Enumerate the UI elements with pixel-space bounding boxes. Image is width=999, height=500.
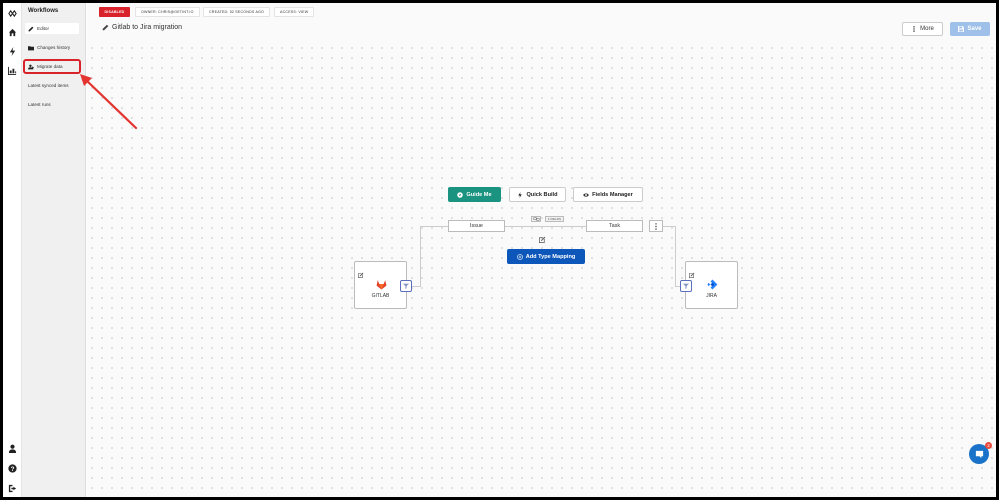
jira-filter-button[interactable] [680,280,692,292]
gitlab-logo-icon [376,277,387,290]
owner-badge: OWNER: CHRIS@GETINT.IO [135,7,200,17]
app-window: ? Workflows Editor Changes history Migra… [3,3,996,497]
fields-count-badge: 1 FIELDS [545,216,564,222]
plus-circle-icon [516,253,523,260]
workflow-title-text: Gitlab to Jira migration [112,24,183,31]
user-icon[interactable] [5,441,20,456]
save-button[interactable]: Save [950,22,990,36]
fields-manager-button[interactable]: Fields Manager [573,187,643,202]
add-type-mapping-button[interactable]: Add Type Mapping [507,249,585,264]
access-badge: ACCESS: VIEW [274,7,315,17]
add-type-mapping-label: Add Type Mapping [525,253,576,260]
filter-icon [683,283,689,289]
created-badge: CREATED: 52 SECONDS AGO [203,7,271,17]
quick-build-label: Quick Build [526,191,558,198]
floppy-icon [958,26,965,32]
eye-icon [583,192,590,197]
sidebar-item-label: Latest synced items [28,83,69,88]
jira-label: JIRA [706,293,717,299]
help-icon[interactable]: ? [5,461,20,476]
edit-mapping-icon[interactable] [539,230,546,243]
bolt-icon [518,191,523,198]
bolt-icon[interactable] [5,44,20,59]
gitlab-label: GITLAB [371,293,390,299]
user-upload-icon [28,64,34,69]
workflow-canvas[interactable]: DISABLED OWNER: CHRIS@GETINT.IO CREATED:… [87,3,996,497]
folder-icon [28,45,34,50]
kebab-icon [655,222,657,230]
guide-me-button[interactable]: Guide Me [448,187,501,202]
mapping-menu-button[interactable] [649,220,663,232]
edit-app-icon[interactable] [358,265,364,278]
quick-build-button[interactable]: Quick Build [509,187,566,202]
status-badge: DISABLED [99,7,130,17]
sidebar-item-editor[interactable]: Editor [25,23,79,34]
link-icon[interactable] [531,216,541,222]
gitlab-filter-button[interactable] [400,280,412,292]
icon-rail: ? [3,3,22,497]
more-label: More [920,26,934,32]
sidebar-item-latest-synced-items[interactable]: Latest synced items [25,80,79,91]
pencil-icon [102,24,109,31]
logout-icon[interactable] [5,481,20,496]
logo-icon[interactable] [5,6,20,21]
jira-logo-icon [707,277,718,290]
target-type-task[interactable]: Task [586,220,643,232]
connector-line [420,226,448,227]
sidebar-item-migrate-data[interactable]: Migrate data [23,59,81,74]
chart-icon[interactable] [5,63,20,78]
chat-icon [975,450,983,458]
save-label: Save [967,26,982,32]
connector-line [663,226,675,227]
more-button[interactable]: More [902,22,943,36]
connector-line [505,226,586,227]
connector-line [420,226,421,286]
source-type-issue[interactable]: Issue [448,220,505,232]
sidebar-item-latest-runs[interactable]: Latest runs [25,99,79,110]
connector-line [675,226,676,286]
guide-me-label: Guide Me [466,191,492,198]
sidebar-item-label: Changes history [37,45,71,50]
pencil-icon [28,26,34,31]
workflow-sidebar: Workflows Editor Changes history Migrate… [22,3,86,497]
home-icon[interactable] [5,25,20,40]
jira-app-node[interactable]: JIRA [685,261,738,309]
fields-manager-label: Fields Manager [592,191,633,198]
sidebar-item-label: Editor [37,26,50,31]
connector-line [412,286,421,287]
sidebar-item-changes-history[interactable]: Changes history [25,42,79,53]
sidebar-item-label: Latest runs [28,102,51,107]
sidebar-item-label: Migrate data [37,64,63,69]
kebab-icon [913,26,915,32]
sidebar-title: Workflows [28,8,59,14]
workflow-header: DISABLED OWNER: CHRIS@GETINT.IO CREATED:… [87,3,996,46]
edit-app-icon[interactable] [689,265,695,278]
svg-text:?: ? [11,466,15,473]
chat-unread-badge: 2 [985,442,992,449]
filter-icon [403,283,409,289]
compass-icon [457,191,464,198]
workflow-title[interactable]: Gitlab to Jira migration [102,24,182,31]
